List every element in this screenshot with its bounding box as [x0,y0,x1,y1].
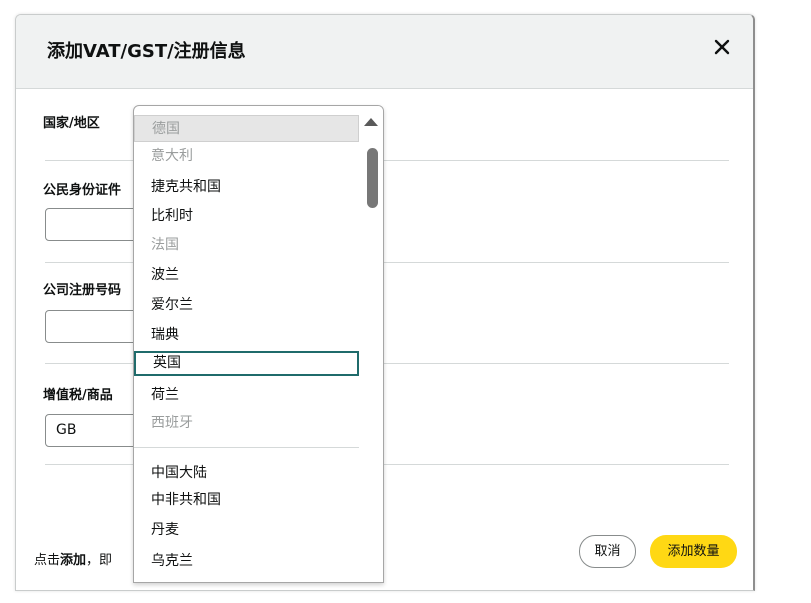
cancel-button[interactable]: 取消 [579,535,636,568]
scrollbar-thumb[interactable] [367,148,378,208]
dropdown-option: 德国 [134,115,359,142]
add-button[interactable]: 添加数量 [650,535,737,568]
dropdown-option: 法国 [151,237,179,253]
scroll-up-arrow-icon[interactable] [364,118,378,126]
dropdown-option: 意大利 [151,148,193,164]
dropdown-scrollbar[interactable] [359,106,383,582]
national-id-label: 公民身份证件 [43,183,122,198]
footer-terms-text: 点击添加，即 [34,553,113,568]
dropdown-option[interactable]: 中非共和国 [134,487,359,514]
dropdown-option[interactable]: 比利时 [134,203,359,230]
dropdown-option[interactable]: 波兰 [134,262,359,289]
company-reg-label: 公司注册号码 [43,283,122,298]
dropdown-option[interactable]: 中国大陆 [134,460,359,487]
dropdown-option[interactable]: 乌克兰 [134,548,359,575]
dropdown-option[interactable]: 丹麦 [134,517,359,544]
dropdown-option[interactable]: 瑞典 [134,322,359,349]
country-dropdown-list[interactable]: 德国 意大利 捷克共和国 比利时 法国 波兰 爱尔兰 瑞典 英国 荷兰 西班牙 … [133,105,384,583]
dialog-header: 添加VAT/GST/注册信息 [16,15,753,89]
vat-label: 增值税/商品 [43,388,113,403]
close-icon[interactable] [711,36,733,58]
dropdown-option: 西班牙 [151,415,193,431]
dropdown-option-highlighted[interactable]: 英国 [134,351,359,376]
dropdown-option[interactable]: 捷克共和国 [134,174,359,201]
vat-registration-dialog: 添加VAT/GST/注册信息 国家/地区 公民身份证件 公司注册号码 增值税/商… [15,14,755,591]
country-label: 国家/地区 [43,116,100,131]
dropdown-separator [134,447,383,448]
dropdown-option[interactable]: 爱尔兰 [134,292,359,319]
dropdown-option[interactable]: 荷兰 [134,382,359,409]
dialog-title: 添加VAT/GST/注册信息 [47,41,246,62]
